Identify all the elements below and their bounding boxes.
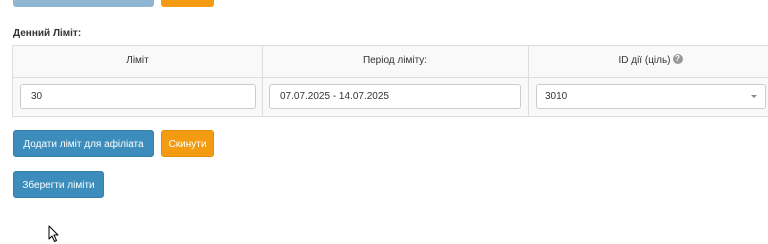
previous-add-button[interactable]	[13, 0, 154, 7]
limits-table: Ліміт Період ліміту: ID дії (ціль)? 30 0…	[12, 45, 768, 117]
action-id-selected-value: 3010	[545, 91, 568, 102]
header-limit: Ліміт	[13, 46, 262, 78]
header-action-id-label: ID дії (ціль)	[618, 55, 671, 66]
chevron-down-icon	[751, 95, 757, 98]
limit-input[interactable]: 30	[20, 84, 256, 109]
previous-reset-button[interactable]	[161, 0, 214, 7]
save-limits-button[interactable]: Зберегти ліміти	[13, 171, 104, 198]
header-action-id: ID дії (ціль)?	[528, 46, 768, 78]
action-id-select[interactable]: 3010	[536, 84, 766, 109]
period-date-range-input[interactable]: 07.07.2025 - 14.07.2025	[269, 84, 521, 109]
header-period: Період ліміту:	[262, 46, 528, 78]
help-icon[interactable]: ?	[672, 54, 683, 65]
daily-limit-title: Денний Ліміт:	[13, 28, 82, 39]
cell-limit: 30	[13, 78, 262, 116]
mouse-pointer-icon	[48, 225, 59, 242]
add-affiliate-limit-button[interactable]: Додати ліміт для афіліата	[13, 130, 154, 157]
reset-button[interactable]: Скинути	[161, 130, 214, 157]
cell-period: 07.07.2025 - 14.07.2025	[262, 78, 528, 116]
cell-action-id: 3010	[528, 78, 768, 116]
page: Денний Ліміт: Ліміт Період ліміту: ID ді…	[0, 0, 768, 244]
